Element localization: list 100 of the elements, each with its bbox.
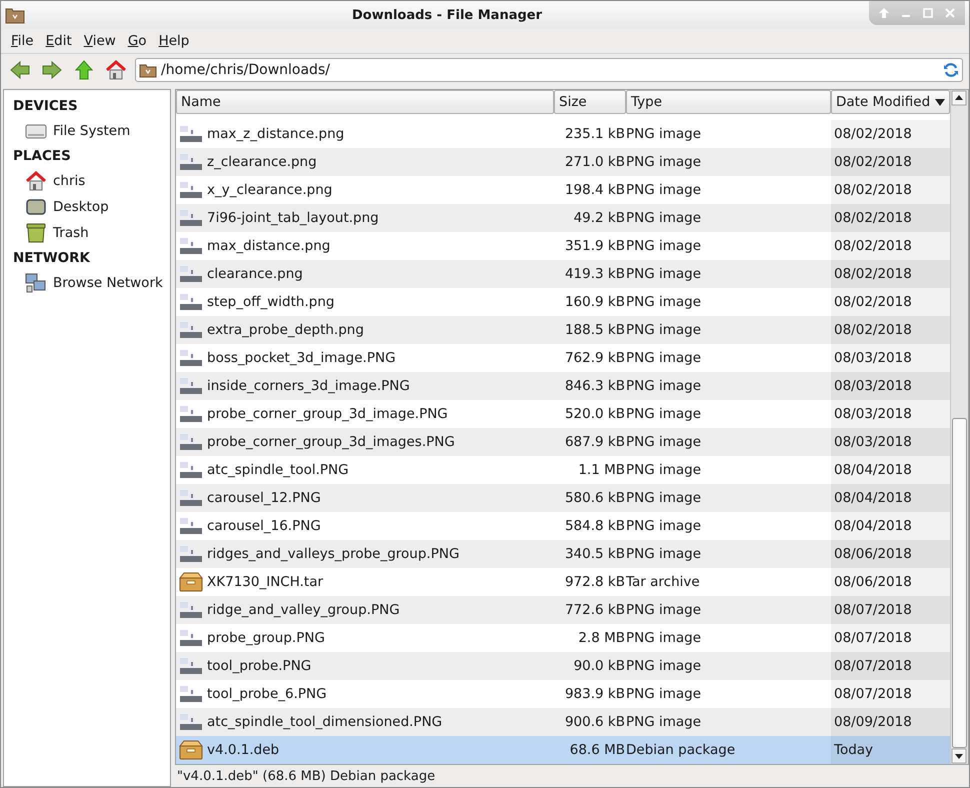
file-size: 772.6 kB <box>564 602 626 618</box>
file-size: 762.9 kB <box>564 350 626 366</box>
image-thumbnail-icon <box>179 516 203 536</box>
file-type: PNG image <box>626 490 702 506</box>
scrollbar-thumb[interactable] <box>952 418 967 748</box>
trash-icon <box>25 223 47 243</box>
file-size: 846.3 kB <box>564 378 626 394</box>
file-size: 1.1 MB <box>577 462 626 478</box>
file-row[interactable]: inside_corners_3d_image.PNG 846.3 kB PNG image 08/03/2018 <box>176 372 950 400</box>
file-size: 271.0 kB <box>564 154 626 170</box>
file-size: 983.9 kB <box>564 686 626 702</box>
file-size: 972.8 kB <box>564 574 626 590</box>
file-name: max_distance.png <box>207 238 330 254</box>
sidebar-item[interactable]: chris <box>4 168 170 194</box>
file-size: 419.3 kB <box>564 266 626 282</box>
image-thumbnail-icon <box>179 488 203 508</box>
file-type: PNG image <box>626 182 702 198</box>
file-name: boss_pocket_3d_image.PNG <box>207 350 396 366</box>
menu-item[interactable]: View <box>78 33 122 49</box>
file-type: PNG image <box>626 462 702 478</box>
image-thumbnail-icon <box>179 656 203 676</box>
file-row[interactable]: 7i96-joint_tab_layout.png 49.2 kB PNG image 08/02/2018 <box>176 204 950 232</box>
file-date: 08/02/2018 <box>831 176 950 204</box>
file-type: PNG image <box>626 350 702 366</box>
file-type: PNG image <box>626 630 702 646</box>
location-field[interactable]: /home/chris/Downloads/ <box>135 58 963 82</box>
file-name: atc_spindle_tool.PNG <box>207 462 349 478</box>
file-date: 08/02/2018 <box>831 232 950 260</box>
file-type: PNG image <box>626 294 702 310</box>
file-type: PNG image <box>626 518 702 534</box>
file-date: 08/04/2018 <box>831 484 950 512</box>
image-thumbnail-icon <box>179 152 203 172</box>
folder-icon <box>5 6 25 24</box>
file-size: 2.8 MB <box>577 630 626 646</box>
file-size: 68.6 MB <box>568 742 626 758</box>
sidebar-item[interactable]: Desktop <box>4 194 170 220</box>
sidebar-item[interactable]: File System <box>4 118 170 144</box>
column-header[interactable]: Type <box>626 90 831 114</box>
file-row[interactable]: probe_corner_group_3d_images.PNG 687.9 kB PNG image 08/03/2018 <box>176 428 950 456</box>
image-thumbnail-icon <box>179 208 203 228</box>
file-type: PNG image <box>626 602 702 618</box>
file-date: 08/07/2018 <box>831 680 950 708</box>
file-size: 900.6 kB <box>564 714 626 730</box>
image-thumbnail-icon <box>179 264 203 284</box>
file-row[interactable]: ridge_and_valley_group.PNG 772.6 kB PNG image 08/07/2018 <box>176 596 950 624</box>
menu-item[interactable]: Help <box>152 33 196 49</box>
column-header[interactable]: Date Modified <box>831 90 950 114</box>
file-date: 08/02/2018 <box>831 316 950 344</box>
image-thumbnail-icon <box>179 348 203 368</box>
image-thumbnail-icon <box>179 236 203 256</box>
file-type: PNG image <box>626 658 702 674</box>
menu-item[interactable]: Go <box>122 33 153 49</box>
file-size: 90.0 kB <box>572 658 626 674</box>
file-date: 08/02/2018 <box>831 204 950 232</box>
scroll-up-button[interactable] <box>951 90 967 106</box>
file-row[interactable]: extra_probe_depth.png 188.5 kB PNG image 08/02/2018 <box>176 316 950 344</box>
image-thumbnail-icon <box>179 320 203 340</box>
column-header[interactable]: Size <box>554 90 626 114</box>
file-date: 08/02/2018 <box>831 260 950 288</box>
file-date: 08/07/2018 <box>831 652 950 680</box>
file-name: carousel_16.PNG <box>207 518 321 534</box>
file-name: max_z_distance.png <box>207 126 344 142</box>
image-thumbnail-icon <box>179 404 203 424</box>
refresh-icon[interactable] <box>943 62 959 78</box>
scrollbar-track[interactable] <box>950 90 968 764</box>
file-type: Debian package <box>626 742 736 758</box>
file-name: ridges_and_valleys_probe_group.PNG <box>207 546 460 562</box>
sidebar-heading: DEVICES <box>12 97 79 116</box>
file-row[interactable]: tool_probe.PNG 90.0 kB PNG image 08/07/2018 <box>176 652 950 680</box>
file-size: 198.4 kB <box>564 182 626 198</box>
file-type: PNG image <box>626 210 702 226</box>
file-type: PNG image <box>626 378 702 394</box>
file-date: 08/06/2018 <box>831 568 950 596</box>
menu-item[interactable]: File <box>5 33 40 49</box>
file-row[interactable]: z_clearance.png 271.0 kB PNG image 08/02/2018 <box>176 148 950 176</box>
menu-item[interactable]: Edit <box>40 33 78 49</box>
folder-icon <box>139 62 157 78</box>
network-icon <box>25 273 47 293</box>
image-thumbnail-icon <box>179 712 203 732</box>
file-row[interactable]: v4.0.1.deb 68.6 MB Debian package Today <box>176 736 950 764</box>
file-size: 580.6 kB <box>564 490 626 506</box>
column-header[interactable]: Name <box>176 90 554 114</box>
file-size: 49.2 kB <box>572 210 626 226</box>
image-thumbnail-icon <box>179 600 203 620</box>
sidebar-item[interactable]: Browse Network <box>4 270 170 296</box>
file-date: 08/07/2018 <box>831 596 950 624</box>
file-row[interactable]: clearance.png 419.3 kB PNG image 08/02/2018 <box>176 260 950 288</box>
file-name: v4.0.1.deb <box>207 742 280 758</box>
file-row[interactable]: XK7130_INCH.tar 972.8 kBTar archive 08/06/2018 <box>176 568 950 596</box>
sidebar-item[interactable]: Trash <box>4 220 170 246</box>
file-size: 235.1 kB <box>564 126 626 142</box>
status-text: "v4.0.1.deb" (68.6 MB) Debian package <box>176 768 436 786</box>
image-thumbnail-icon <box>179 628 203 648</box>
file-name: carousel_12.PNG <box>207 490 321 506</box>
scroll-down-button[interactable] <box>951 748 967 764</box>
file-name: XK7130_INCH.tar <box>207 574 324 590</box>
file-row[interactable]: ridges_and_valleys_probe_group.PNG 340.5 kB PNG image 08/06/2018 <box>176 540 950 568</box>
file-row[interactable]: carousel_12.PNG 580.6 kB PNG image 08/04/2018 <box>176 484 950 512</box>
file-type: PNG image <box>626 238 702 254</box>
file-row[interactable]: atc_spindle_tool_dimensioned.PNG 900.6 kB PNG image 08/09/2018 <box>176 708 950 736</box>
